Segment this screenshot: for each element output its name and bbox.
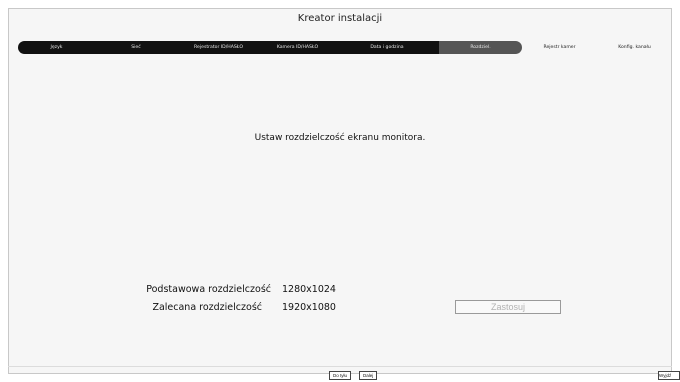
basic-resolution-label: Podstawowa rozdzielczość bbox=[146, 284, 271, 295]
step-recorder-credentials[interactable]: Rejestrator ID/HASŁO bbox=[177, 41, 260, 54]
step-channel-config[interactable]: Konfig. kanału bbox=[597, 41, 672, 54]
window-title: Kreator instalacji bbox=[297, 13, 383, 24]
step-date-time[interactable]: Data i godzina bbox=[335, 41, 439, 54]
step-language[interactable]: Język bbox=[18, 41, 95, 54]
exit-button[interactable]: Wyjdź bbox=[658, 371, 680, 380]
wizard-steps: Język Sieć Rejestrator ID/HASŁO Kamera I… bbox=[18, 41, 672, 54]
basic-resolution-value: 1280x1024 bbox=[282, 284, 336, 295]
resolution-instruction: Ustaw rozdzielczość ekranu monitora. bbox=[254, 133, 426, 143]
recommended-resolution-row: Zalecana rozdzielczość 1920x1080 bbox=[62, 302, 336, 313]
footer-divider bbox=[8, 366, 672, 367]
recommended-resolution-value: 1920x1080 bbox=[282, 302, 336, 313]
step-camera-credentials[interactable]: Kamera ID/HASŁO bbox=[260, 41, 335, 54]
next-button[interactable]: Dalej bbox=[359, 371, 378, 380]
back-button[interactable]: Do tyłu bbox=[329, 371, 352, 380]
recommended-resolution-label: Zalecana rozdzielczość bbox=[152, 302, 262, 313]
apply-button[interactable]: Zastosuj bbox=[455, 300, 561, 314]
step-network[interactable]: Sieć bbox=[95, 41, 177, 54]
basic-resolution-row: Podstawowa rozdzielczość 1280x1024 bbox=[71, 284, 336, 295]
step-resolution[interactable]: Rozdziel. bbox=[439, 41, 522, 54]
wizard-frame bbox=[8, 8, 672, 374]
step-camera-register[interactable]: Rejestr kamer bbox=[522, 41, 597, 54]
